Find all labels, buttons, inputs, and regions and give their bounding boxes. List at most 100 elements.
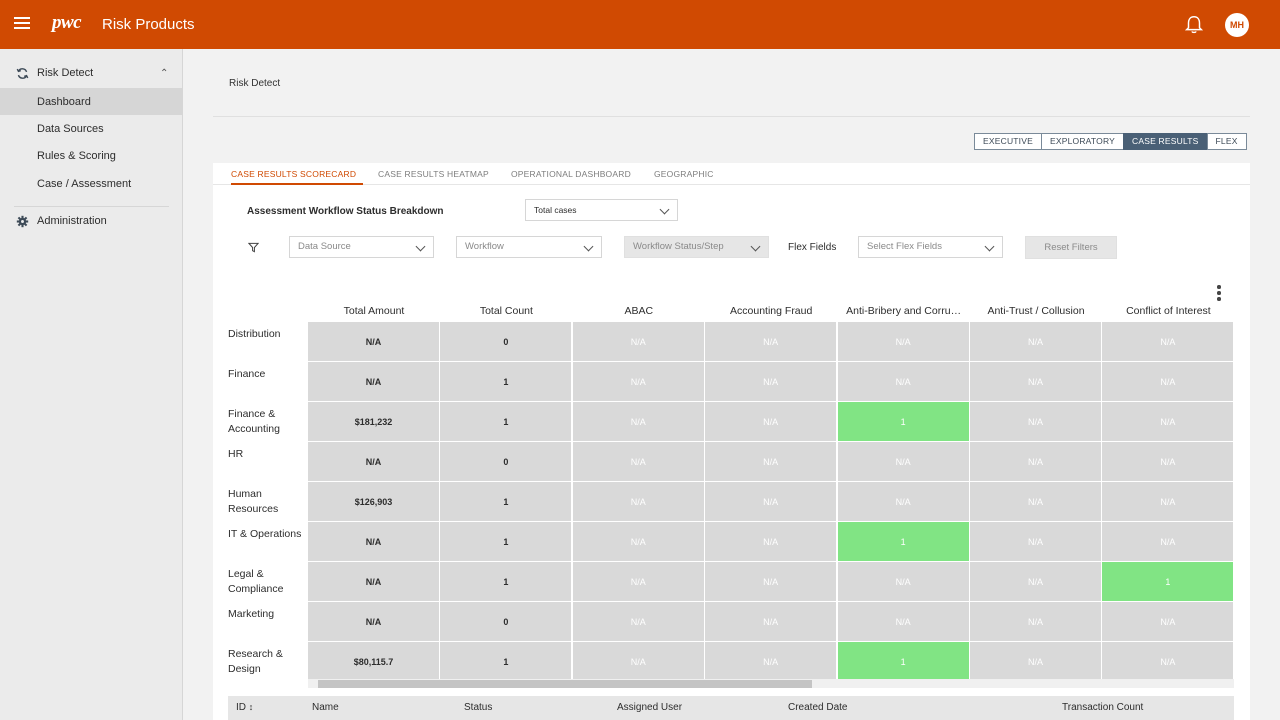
scorecard-cell[interactable]: 1 bbox=[440, 522, 572, 561]
tab-case-results-scorecard[interactable]: CASE RESULTS SCORECARD bbox=[231, 169, 356, 179]
scorecard-cell[interactable]: N/A bbox=[970, 522, 1101, 561]
scorecard-cell[interactable]: 0 bbox=[440, 442, 572, 481]
menu-icon[interactable] bbox=[14, 17, 30, 31]
scorecard-cell[interactable]: N/A bbox=[837, 482, 969, 521]
scorecard-cell[interactable]: N/A bbox=[837, 362, 969, 401]
flex-fields-select[interactable]: Select Flex Fields bbox=[858, 236, 1003, 258]
scorecard-cell[interactable]: N/A bbox=[572, 362, 704, 401]
scorecard-cell[interactable]: N/A bbox=[572, 322, 704, 361]
scorecard-cell[interactable]: N/A bbox=[308, 522, 439, 561]
scorecard-cell[interactable]: N/A bbox=[1102, 642, 1234, 681]
column-header-id[interactable]: ID ↕ bbox=[236, 702, 253, 713]
scorecard-cell[interactable]: N/A bbox=[308, 442, 439, 481]
reset-filters-button[interactable]: Reset Filters bbox=[1025, 236, 1117, 259]
scorecard-cell[interactable]: N/A bbox=[970, 402, 1101, 441]
sidebar-item-rules-scoring[interactable]: Rules & Scoring bbox=[0, 142, 183, 169]
scorecard-cell[interactable]: N/A bbox=[1102, 442, 1234, 481]
scorecard-cell[interactable]: N/A bbox=[705, 362, 837, 401]
scorecard-column-header: Anti-Bribery and Corru… bbox=[846, 305, 962, 317]
scorecard-cell[interactable]: 1 bbox=[440, 562, 572, 601]
sidebar-item-case-assessment[interactable]: Case / Assessment bbox=[0, 170, 183, 197]
scorecard-cell[interactable]: 1 bbox=[837, 402, 969, 441]
sidebar-section-administration[interactable]: Administration bbox=[0, 210, 183, 232]
top-bar: pwc Risk Products MH bbox=[0, 0, 1280, 49]
scorecard-cell[interactable]: N/A bbox=[572, 562, 704, 601]
view-executive-button[interactable]: EXECUTIVE bbox=[974, 133, 1042, 150]
sidebar-item-dashboard[interactable]: Dashboard bbox=[0, 88, 183, 115]
measure-select[interactable]: Total cases bbox=[525, 199, 678, 221]
scorecard-cell[interactable]: 1 bbox=[440, 402, 572, 441]
column-header-name[interactable]: Name bbox=[312, 702, 339, 713]
filter-icon[interactable] bbox=[248, 242, 259, 253]
scorecard-cell[interactable]: N/A bbox=[572, 522, 704, 561]
scorecard-cell[interactable]: N/A bbox=[705, 562, 837, 601]
scorecard-cell[interactable]: 1 bbox=[440, 482, 572, 521]
scrollbar-thumb[interactable] bbox=[318, 680, 812, 688]
scorecard-cell[interactable]: N/A bbox=[970, 442, 1101, 481]
scorecard-cell[interactable]: N/A bbox=[1102, 522, 1234, 561]
scorecard-row-label: Research & Design bbox=[228, 648, 283, 675]
scorecard-cell[interactable]: N/A bbox=[705, 642, 837, 681]
scorecard-cell[interactable]: N/A bbox=[970, 562, 1101, 601]
scorecard-cell[interactable]: $80,115.7 bbox=[308, 642, 439, 681]
scorecard-cell[interactable]: N/A bbox=[705, 482, 837, 521]
tab-geographic[interactable]: GEOGRAPHIC bbox=[654, 169, 714, 179]
scorecard-cell[interactable]: N/A bbox=[572, 442, 704, 481]
scorecard-cell[interactable]: $126,903 bbox=[308, 482, 439, 521]
scorecard-cell[interactable]: N/A bbox=[705, 602, 837, 641]
scorecard-cell[interactable]: 0 bbox=[440, 602, 572, 641]
scorecard-cell[interactable]: N/A bbox=[705, 322, 837, 361]
sidebar-item-data-sources[interactable]: Data Sources bbox=[0, 115, 183, 142]
view-flex-button[interactable]: FLEX bbox=[1206, 133, 1247, 150]
sidebar-section-risk-detect[interactable]: Risk Detect ⌃ bbox=[0, 62, 183, 84]
scorecard-cell[interactable]: N/A bbox=[572, 402, 704, 441]
workflow-status-select[interactable]: Workflow Status/Step bbox=[624, 236, 769, 258]
scorecard-cell[interactable]: N/A bbox=[1102, 402, 1234, 441]
column-header-status[interactable]: Status bbox=[464, 702, 492, 713]
scorecard-cell[interactable]: 1 bbox=[440, 642, 572, 681]
scorecard-cell[interactable]: N/A bbox=[1102, 362, 1234, 401]
scorecard-cell[interactable]: N/A bbox=[705, 522, 837, 561]
chevron-up-icon: ⌃ bbox=[160, 67, 169, 79]
scorecard-cell[interactable]: N/A bbox=[1102, 602, 1234, 641]
column-header-transaction-count[interactable]: Transaction Count bbox=[1062, 702, 1143, 713]
scorecard-cell[interactable]: 1 bbox=[440, 362, 572, 401]
bell-icon[interactable] bbox=[1183, 14, 1205, 36]
scorecard-cell[interactable]: N/A bbox=[1102, 482, 1234, 521]
tab-operational-dashboard[interactable]: OPERATIONAL DASHBOARD bbox=[511, 169, 631, 179]
scorecard-cell[interactable]: N/A bbox=[308, 562, 439, 601]
scorecard-cell[interactable]: N/A bbox=[705, 402, 837, 441]
scorecard-cell[interactable]: N/A bbox=[837, 442, 969, 481]
data-source-select[interactable]: Data Source bbox=[289, 236, 434, 258]
scorecard-cell[interactable]: N/A bbox=[572, 482, 704, 521]
scorecard-cell[interactable]: 0 bbox=[440, 322, 572, 361]
scorecard-cell[interactable]: N/A bbox=[970, 362, 1101, 401]
scorecard-cell[interactable]: N/A bbox=[970, 602, 1101, 641]
scorecard-cell[interactable]: 1 bbox=[837, 522, 969, 561]
scorecard-cell[interactable]: N/A bbox=[970, 642, 1101, 681]
view-exploratory-button[interactable]: EXPLORATORY bbox=[1040, 133, 1125, 150]
scorecard-cell[interactable]: N/A bbox=[705, 442, 837, 481]
scorecard-cell[interactable]: N/A bbox=[572, 602, 704, 641]
scorecard-cell[interactable]: N/A bbox=[970, 322, 1101, 361]
column-header-created-date[interactable]: Created Date bbox=[788, 702, 847, 713]
workflow-select[interactable]: Workflow bbox=[456, 236, 602, 258]
scorecard-cell[interactable]: N/A bbox=[308, 322, 439, 361]
scorecard-cell[interactable]: N/A bbox=[837, 562, 969, 601]
scorecard-column-header: Total Count bbox=[479, 305, 533, 317]
view-case-results-button[interactable]: CASE RESULTS bbox=[1123, 133, 1208, 150]
scorecard-cell[interactable]: N/A bbox=[837, 602, 969, 641]
scorecard-cell[interactable]: N/A bbox=[837, 322, 969, 361]
user-avatar[interactable]: MH bbox=[1225, 13, 1249, 37]
scorecard-cell[interactable]: N/A bbox=[308, 362, 439, 401]
tab-case-results-heatmap[interactable]: CASE RESULTS HEATMAP bbox=[378, 169, 489, 179]
scorecard-cell[interactable]: 1 bbox=[1102, 562, 1234, 601]
scorecard-cell[interactable]: N/A bbox=[970, 482, 1101, 521]
scorecard-cell[interactable]: 1 bbox=[837, 642, 969, 681]
more-options-icon[interactable] bbox=[1217, 285, 1221, 301]
column-header-assigned-user[interactable]: Assigned User bbox=[617, 702, 682, 713]
scorecard-cell[interactable]: N/A bbox=[1102, 322, 1234, 361]
scorecard-cell[interactable]: N/A bbox=[308, 602, 439, 641]
scorecard-cell[interactable]: N/A bbox=[572, 642, 704, 681]
scorecard-cell[interactable]: $181,232 bbox=[308, 402, 439, 441]
